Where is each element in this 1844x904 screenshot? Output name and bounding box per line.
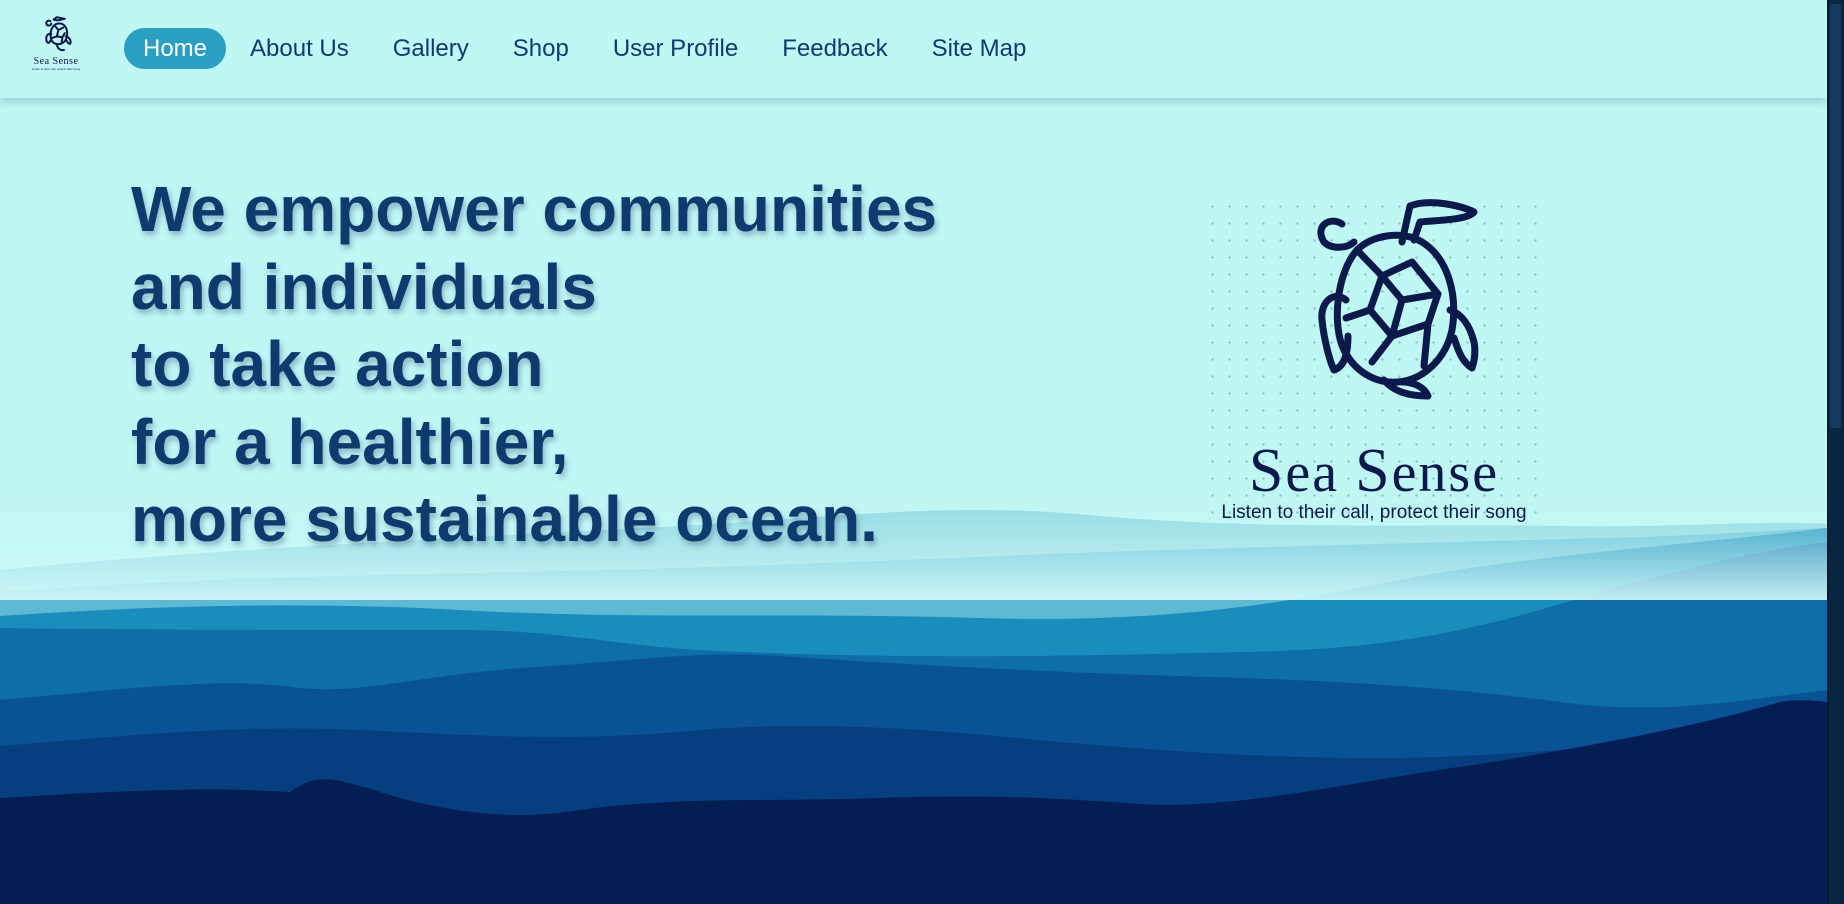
brand-name-initial: S bbox=[1355, 437, 1392, 505]
page-scrollbar[interactable] bbox=[1827, 0, 1844, 904]
logo-brand-name: Sea Sense bbox=[33, 56, 79, 67]
nav-link-user-profile[interactable]: User Profile bbox=[594, 28, 757, 69]
turtle-icon bbox=[45, 16, 72, 52]
main-nav: Home About Us Gallery Shop User Profile … bbox=[124, 28, 1051, 69]
hero-headline: We empower communities and individuals t… bbox=[131, 171, 1031, 559]
brand-name-rest: ense bbox=[1391, 442, 1500, 504]
hero-headline-line: We empower communities bbox=[131, 173, 938, 245]
brand-tagline: Listen to their call, protect their song bbox=[1221, 502, 1527, 523]
nav-link-site-map[interactable]: Site Map bbox=[913, 28, 1046, 69]
nav-link-about-us[interactable]: About Us bbox=[231, 28, 368, 69]
hero-headline-line: for a healthier, bbox=[131, 405, 569, 478]
brand-name-initial: S bbox=[1248, 437, 1286, 505]
top-navbar: Sea Sense Listen to their call, protect … bbox=[0, 0, 1827, 98]
site-logo[interactable]: Sea Sense Listen to their call, protect … bbox=[24, 14, 88, 76]
hero-headline-line: more sustainable ocean. bbox=[131, 483, 878, 555]
nav-link-home[interactable]: Home bbox=[124, 28, 227, 69]
nav-link-feedback[interactable]: Feedback bbox=[763, 28, 906, 69]
hero-headline-line: and individuals bbox=[131, 250, 597, 323]
brand-name: Sea Sense bbox=[1184, 436, 1564, 507]
scrollbar-edge bbox=[1827, 0, 1829, 904]
turtle-icon bbox=[1317, 199, 1479, 400]
scrollbar-thumb[interactable] bbox=[1830, 4, 1841, 428]
brand-name-rest: ea bbox=[1285, 442, 1356, 504]
nav-link-shop[interactable]: Shop bbox=[494, 28, 588, 69]
brand-logo-block: Sea Sense Listen to their call, protect … bbox=[1184, 190, 1564, 540]
hero-headline-line: to take action bbox=[131, 328, 544, 400]
nav-link-gallery[interactable]: Gallery bbox=[374, 28, 488, 69]
logo-tagline: Listen to their call, protect their song bbox=[31, 67, 81, 71]
